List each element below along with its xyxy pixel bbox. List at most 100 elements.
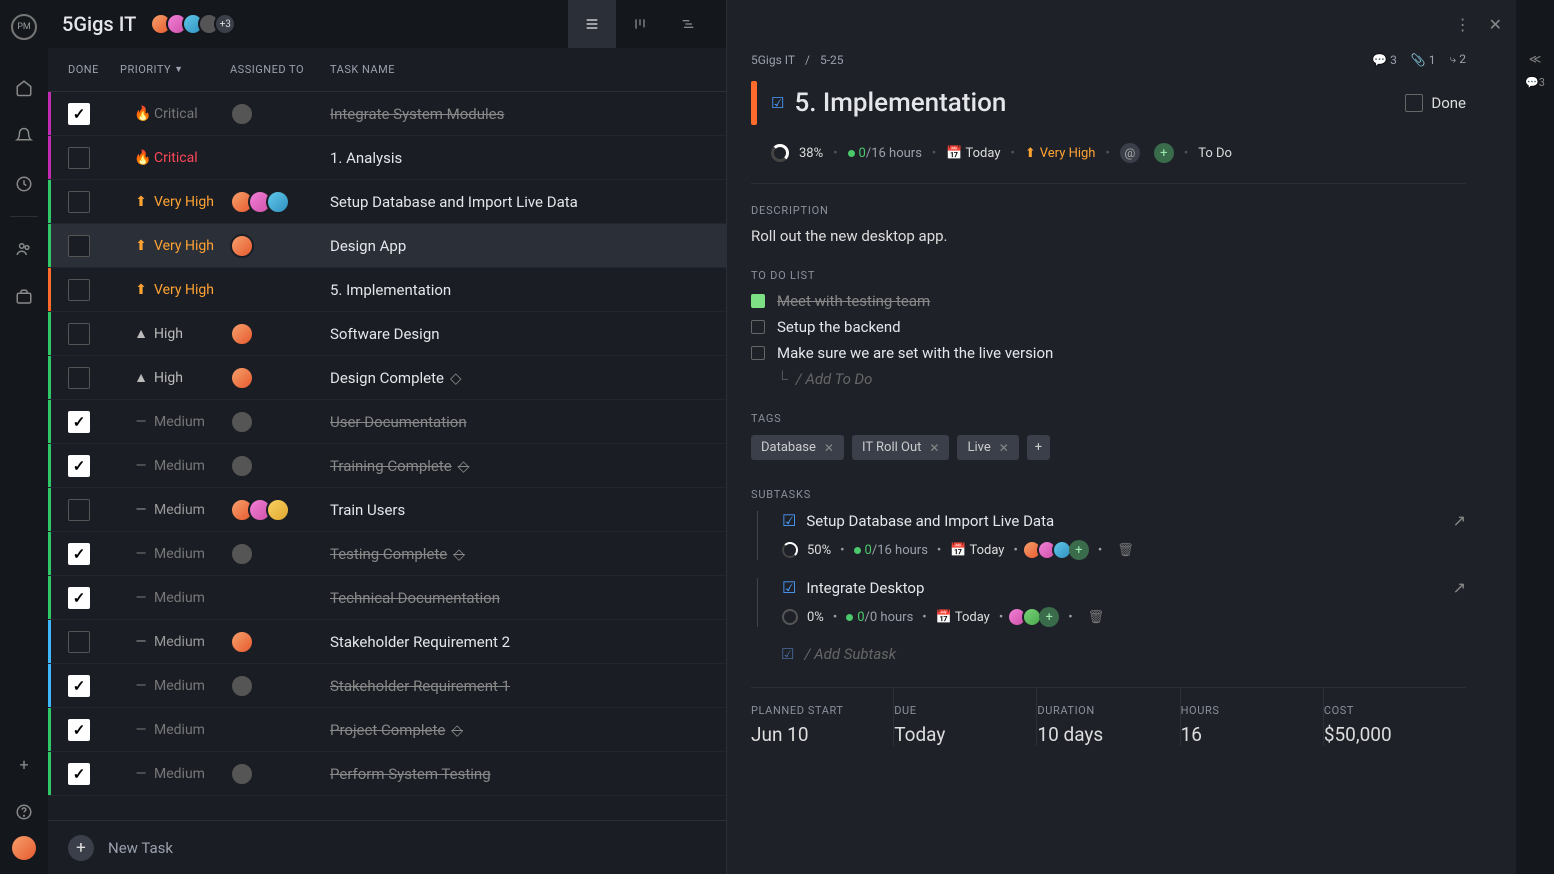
breadcrumb-project[interactable]: 5Gigs IT [751,53,795,67]
todo-item[interactable]: Meet with testing team [751,292,1466,310]
board-view-button[interactable] [616,0,664,48]
priority-cell[interactable]: —Medium [120,590,230,606]
add-assignee-button[interactable]: + [1039,607,1059,627]
delete-subtask-icon[interactable]: 🗑 [1117,543,1134,558]
task-name[interactable]: 1. Analysis [330,149,726,167]
assignees-cell[interactable] [230,366,330,390]
task-name[interactable]: Setup Database and Import Live Data [330,193,726,211]
done-checkbox[interactable] [68,631,90,653]
help-icon[interactable] [14,802,34,822]
task-name[interactable]: Training Complete◇ [330,457,726,475]
done-checkbox[interactable] [68,719,90,741]
assignees-cell[interactable] [230,542,330,566]
task-row[interactable]: —Medium Perform System Testing [48,752,726,796]
done-checkbox[interactable] [68,235,90,257]
priority-cell[interactable]: —Medium [120,414,230,430]
done-checkbox[interactable] [68,455,90,477]
task-row[interactable]: —Medium Technical Documentation [48,576,726,620]
assignees-cell[interactable] [230,234,330,258]
task-name[interactable]: Train Users [330,501,726,519]
tag[interactable]: Live✕ [957,435,1018,460]
done-checkbox[interactable] [68,103,90,125]
subtask[interactable]: ☑︎ Setup Database and Import Live Data ↗… [757,511,1466,560]
todo-item[interactable]: Make sure we are set with the live versi… [751,344,1466,362]
stat-hours[interactable]: HOURS16 [1181,688,1324,746]
done-toggle[interactable]: Done [1405,94,1466,112]
task-row[interactable]: —Medium Stakeholder Requirement 1 [48,664,726,708]
done-checkbox[interactable] [68,323,90,345]
priority-cell[interactable]: —Medium [120,502,230,518]
task-name[interactable]: Project Complete◇ [330,721,726,739]
task-title[interactable]: 5. Implementation [794,88,1405,118]
assignees-cell[interactable] [230,322,330,346]
done-checkbox[interactable] [68,543,90,565]
task-list[interactable]: 🔥Critical Integrate System Modules 🔥Crit… [48,92,726,820]
app-logo[interactable]: PM [11,14,37,40]
add-tag-button[interactable]: + [1027,435,1050,460]
attachments-count[interactable]: 📎 1 [1411,53,1436,67]
project-members[interactable]: +3 [150,13,236,35]
team-icon[interactable] [14,239,34,259]
tag[interactable]: Database✕ [751,435,844,460]
task-row[interactable]: ⬆Very High 5. Implementation [48,268,726,312]
subtask[interactable]: ☑︎ Integrate Desktop ↗ 0% • 0/0 hours • … [757,578,1466,627]
home-icon[interactable] [14,78,34,98]
tag[interactable]: IT Roll Out✕ [852,435,949,460]
priority-cell[interactable]: —Medium [120,634,230,650]
assignees-cell[interactable] [230,102,330,126]
task-name[interactable]: 5. Implementation [330,281,726,299]
assignees-cell[interactable] [230,630,330,654]
due-date[interactable]: 📅 Today [946,146,1000,161]
column-name[interactable]: TASK NAME [330,63,726,76]
task-row[interactable]: ▲High Design Complete◇ [48,356,726,400]
comments-count[interactable]: 💬 3 [1372,53,1397,67]
todo-checkbox[interactable] [751,294,765,308]
collapse-icon[interactable]: ≪ [1529,52,1542,66]
task-row[interactable]: —Medium User Documentation [48,400,726,444]
done-checkbox[interactable] [68,191,90,213]
column-assigned[interactable]: ASSIGNED TO [230,63,330,76]
assignees-cell[interactable] [230,674,330,698]
remove-tag-icon[interactable]: ✕ [999,441,1009,455]
stat-cost[interactable]: COST$50,000 [1324,688,1466,746]
priority-cell[interactable]: ⬆Very High [120,238,230,254]
recent-icon[interactable] [14,174,34,194]
priority-cell[interactable]: —Medium [120,766,230,782]
subtask-title[interactable]: Setup Database and Import Live Data [806,512,1452,530]
task-row[interactable]: 🔥Critical Integrate System Modules [48,92,726,136]
task-row[interactable]: —Medium Train Users [48,488,726,532]
priority-cell[interactable]: —Medium [120,546,230,562]
task-name[interactable]: Stakeholder Requirement 1 [330,677,726,695]
subtask-title[interactable]: Integrate Desktop [806,579,1452,597]
status[interactable]: To Do [1198,146,1232,161]
task-row[interactable]: ▲High Software Design [48,312,726,356]
portfolio-icon[interactable] [14,287,34,307]
done-checkbox[interactable] [68,279,90,301]
task-name[interactable]: Software Design [330,325,726,343]
task-name[interactable]: Perform System Testing [330,765,726,783]
add-assignee-button[interactable]: + [1069,540,1089,560]
stat-due[interactable]: DUEToday [894,688,1037,746]
priority-cell[interactable]: ▲High [120,325,230,342]
priority-cell[interactable]: —Medium [120,678,230,694]
task-name[interactable]: Design Complete◇ [330,369,726,387]
assignees-cell[interactable] [230,410,330,434]
user-avatar[interactable] [12,836,36,860]
add-subtask[interactable]: ☑︎/ Add Subtask [781,645,1466,663]
task-row[interactable]: 🔥Critical 1. Analysis [48,136,726,180]
task-row[interactable]: ⬆Very High Setup Database and Import Liv… [48,180,726,224]
done-checkbox[interactable] [68,587,90,609]
column-done[interactable]: DONE [68,63,120,76]
task-name[interactable]: Design App [330,237,726,255]
done-checkbox[interactable] [68,499,90,521]
subtasks-count[interactable]: ⤷ 2 [1450,52,1466,67]
priority-cell[interactable]: —Medium [120,458,230,474]
hours[interactable]: 0/16 hours [848,146,922,161]
assignees-cell[interactable] [230,498,330,522]
add-task-icon[interactable]: + [68,835,94,861]
remove-tag-icon[interactable]: ✕ [824,441,834,455]
close-icon[interactable]: ✕ [1489,15,1502,34]
todo-item[interactable]: Setup the backend [751,318,1466,336]
task-row[interactable]: —Medium Stakeholder Requirement 2 [48,620,726,664]
assignees-cell[interactable] [230,762,330,786]
